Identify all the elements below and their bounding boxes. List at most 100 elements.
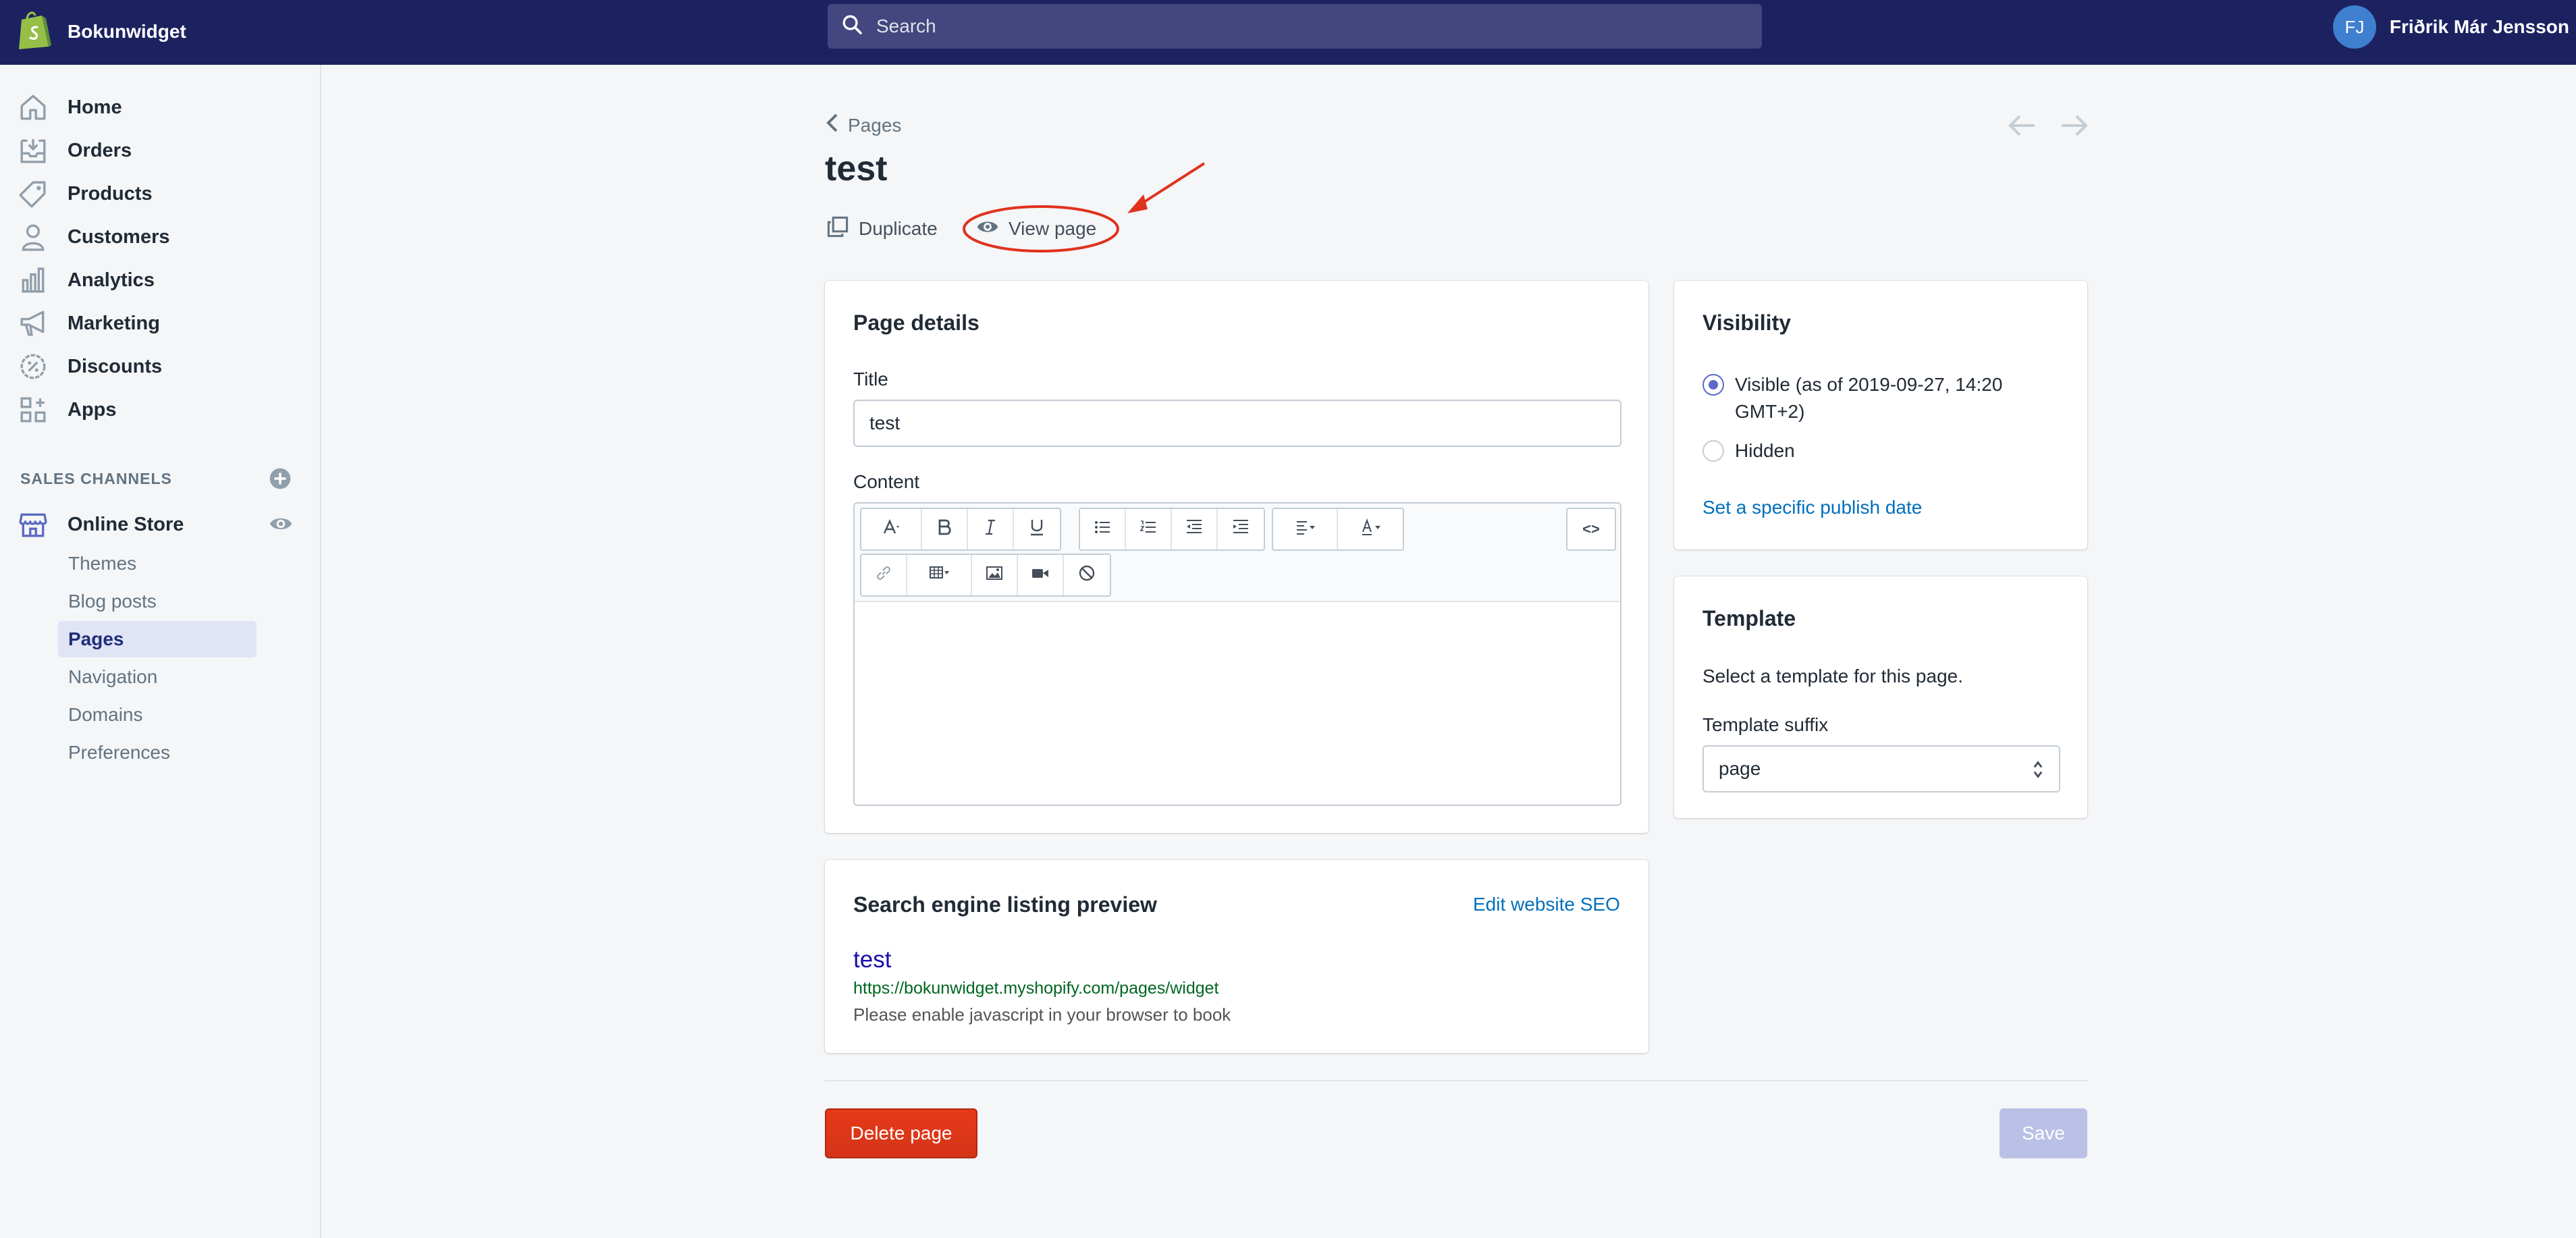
- numbered-list-button[interactable]: [1126, 509, 1172, 549]
- user-name: Friðrik Már Jensson: [2389, 16, 2569, 37]
- template-suffix-select[interactable]: page: [1702, 745, 2060, 792]
- sidebar-item-apps[interactable]: Apps: [0, 390, 321, 429]
- seo-preview-url: https://bokunwidget.myshopify.com/pages/…: [853, 979, 1219, 998]
- page-title: test: [825, 149, 888, 188]
- sidebar-subitem-label: Themes: [68, 553, 137, 574]
- sidebar-item-label: Orders: [68, 139, 132, 161]
- duplicate-label: Duplicate: [859, 218, 938, 239]
- seo-preview-title: test: [853, 946, 892, 973]
- store-name: Bokunwidget: [68, 21, 186, 42]
- add-circle-icon[interactable]: [269, 467, 292, 490]
- sidebar-item-label: Apps: [68, 398, 117, 421]
- hidden-radio-label[interactable]: Hidden: [1735, 437, 1795, 464]
- align-color-toolbar-group: [1272, 508, 1404, 551]
- set-publish-date-link[interactable]: Set a specific publish date: [1702, 497, 1922, 518]
- italic-button[interactable]: [968, 509, 1014, 549]
- font-format-button[interactable]: [861, 509, 922, 549]
- bold-button[interactable]: [922, 509, 968, 549]
- search-input[interactable]: [876, 16, 1686, 37]
- edit-website-seo-link[interactable]: Edit website SEO: [1473, 894, 1620, 915]
- indent-icon: [1231, 517, 1251, 542]
- page-details-title: Page details: [853, 311, 980, 335]
- italic-icon: [980, 517, 1000, 542]
- outdent-button[interactable]: [1172, 509, 1218, 549]
- sidebar-item-products[interactable]: Products: [0, 174, 321, 213]
- user-menu[interactable]: FJ Friðrik Már Jensson: [2332, 5, 2576, 49]
- code-view-button[interactable]: <>: [1567, 509, 1615, 549]
- bullet-list-button[interactable]: [1080, 509, 1126, 549]
- store-icon: [19, 510, 47, 539]
- title-label: Title: [853, 369, 888, 389]
- apps-icon: [19, 396, 47, 424]
- bullet-list-icon: [1092, 517, 1112, 542]
- sidebar-item-marketing[interactable]: Marketing: [0, 304, 321, 343]
- sidebar-subitem-themes[interactable]: Themes: [58, 545, 257, 582]
- breadcrumb[interactable]: Pages: [825, 113, 901, 137]
- annotation-ellipse: [963, 205, 1119, 252]
- text-color-icon: [1360, 517, 1380, 542]
- outdent-icon: [1184, 517, 1204, 542]
- orders-icon: [19, 136, 47, 165]
- top-bar: Bokunwidget FJ Friðrik Már Jensson: [0, 0, 2576, 65]
- title-input[interactable]: [853, 400, 1621, 447]
- sidebar-item-customers[interactable]: Customers: [0, 217, 321, 257]
- sidebar-item-home[interactable]: Home: [0, 88, 321, 127]
- store-brand[interactable]: Bokunwidget: [18, 9, 186, 54]
- sidebar-subitem-label: Preferences: [68, 742, 170, 763]
- video-button[interactable]: [1018, 555, 1064, 595]
- indent-button[interactable]: [1218, 509, 1264, 549]
- underline-icon: [1027, 517, 1047, 542]
- sidebar-subitem-label: Navigation: [68, 666, 158, 687]
- editor-toolbar: <>: [855, 504, 1620, 602]
- next-arrow-icon[interactable]: [2059, 112, 2089, 139]
- font-icon: [881, 517, 901, 542]
- eye-icon[interactable]: [269, 512, 293, 536]
- megaphone-icon: [19, 309, 47, 338]
- avatar: FJ: [2332, 5, 2376, 49]
- template-suffix-label: Template suffix: [1702, 714, 1829, 735]
- align-left-icon: [1295, 517, 1315, 542]
- visibility-title: Visibility: [1702, 311, 1792, 335]
- sidebar-item-label: Customers: [68, 225, 170, 248]
- sidebar-item-label: Products: [68, 182, 153, 205]
- content-label: Content: [853, 471, 920, 492]
- search-bar[interactable]: [828, 4, 1762, 49]
- footer-divider: [825, 1080, 2087, 1081]
- clear-formatting-button[interactable]: [1064, 555, 1110, 595]
- duplicate-button[interactable]: Duplicate: [826, 213, 938, 244]
- visible-radio[interactable]: [1702, 374, 1724, 396]
- template-description: Select a template for this page.: [1702, 666, 1963, 687]
- previous-arrow-icon[interactable]: [2008, 112, 2037, 139]
- link-button[interactable]: [861, 555, 907, 595]
- sidebar-item-orders[interactable]: Orders: [0, 131, 321, 170]
- image-button[interactable]: [972, 555, 1018, 595]
- sidebar-subitem-preferences[interactable]: Preferences: [58, 734, 257, 771]
- sidebar-item-discounts[interactable]: Discounts: [0, 347, 321, 386]
- sidebar-subitem-label: Domains: [68, 704, 143, 725]
- numbered-list-icon: [1138, 517, 1158, 542]
- sidebar-item-analytics[interactable]: Analytics: [0, 261, 321, 300]
- clear-formatting-icon: [1077, 563, 1097, 588]
- sidebar-item-label: Analytics: [68, 269, 155, 291]
- table-icon: [929, 563, 949, 588]
- list-toolbar-group: [1079, 508, 1265, 551]
- sidebar-subitem-domains[interactable]: Domains: [58, 697, 257, 733]
- table-dropdown-button[interactable]: [907, 555, 972, 595]
- annotation-arrow: [1127, 162, 1206, 213]
- sidebar-subitem-navigation[interactable]: Navigation: [58, 659, 257, 695]
- sidebar-subitem-pages[interactable]: Pages: [58, 621, 257, 657]
- hidden-radio[interactable]: [1702, 440, 1724, 462]
- search-icon: [841, 14, 864, 40]
- underline-button[interactable]: [1014, 509, 1060, 549]
- save-button[interactable]: Save: [2000, 1108, 2087, 1158]
- sidebar-subitem-blog-posts[interactable]: Blog posts: [58, 583, 257, 620]
- shopify-logo-icon: [18, 9, 53, 55]
- text-color-dropdown-button[interactable]: [1338, 509, 1403, 549]
- delete-page-button[interactable]: Delete page: [825, 1108, 977, 1158]
- align-dropdown-button[interactable]: [1273, 509, 1338, 549]
- bar-chart-icon: [19, 266, 47, 294]
- seo-preview-description: Please enable javascript in your browser…: [853, 1004, 1231, 1025]
- content-editable-area[interactable]: [855, 603, 1620, 805]
- sidebar-subitem-label: Pages: [68, 628, 124, 649]
- visible-radio-label[interactable]: Visible (as of 2019-09-27, 14:20 GMT+2): [1735, 371, 2002, 425]
